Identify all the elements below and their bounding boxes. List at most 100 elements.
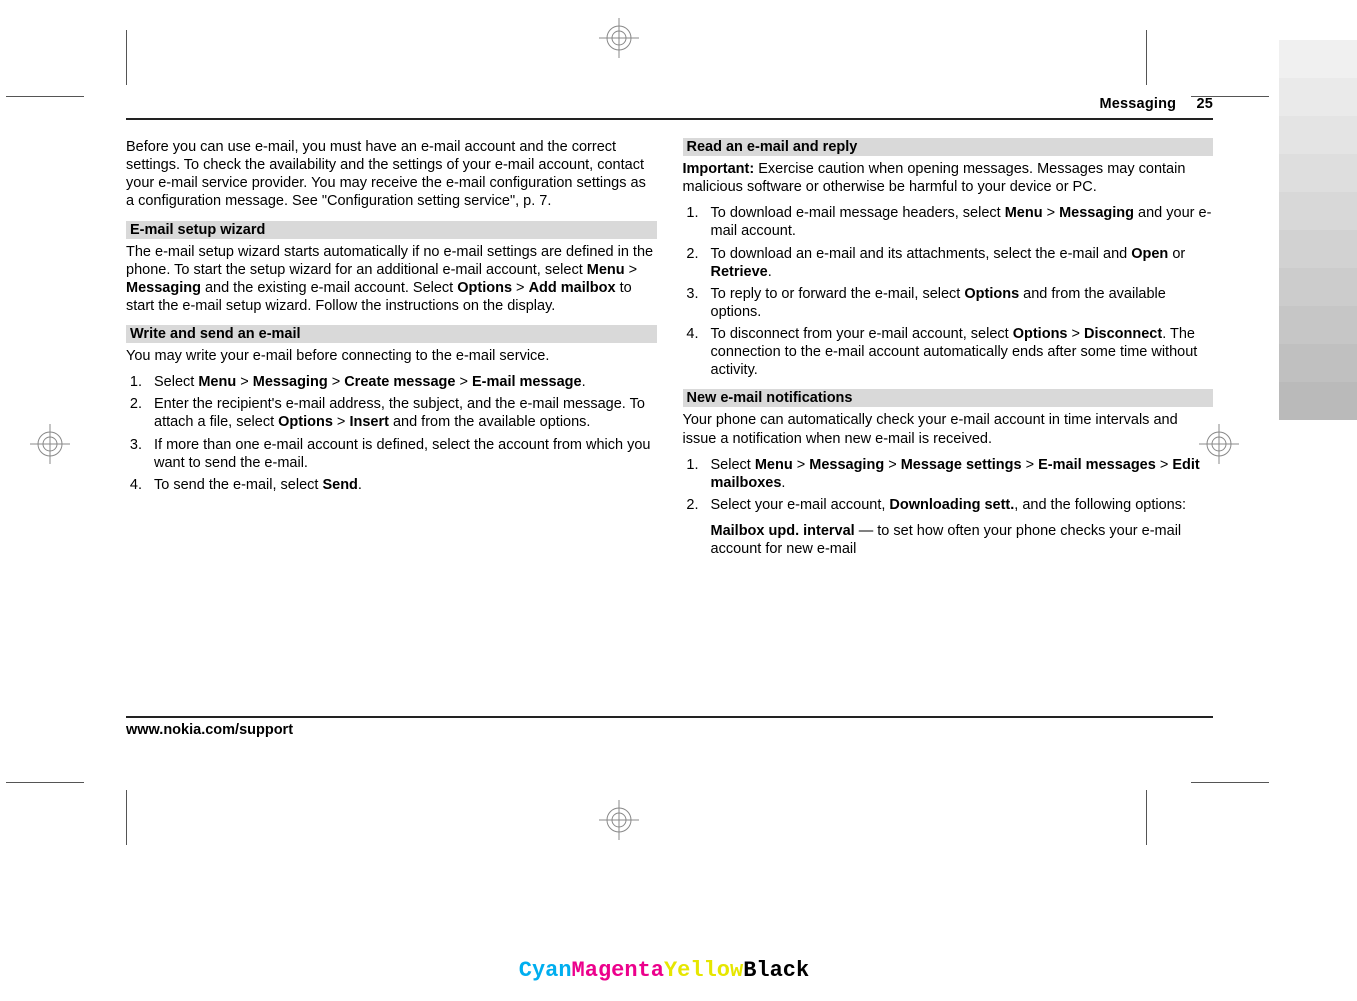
list-item: To send the e-mail, select Send. bbox=[146, 476, 657, 494]
bold: Menu bbox=[1005, 205, 1043, 221]
bold: Insert bbox=[349, 414, 389, 430]
text: . bbox=[768, 264, 772, 280]
cyan-label: Cyan bbox=[519, 958, 572, 983]
bold: E-mail messages bbox=[1038, 457, 1156, 473]
bold: Add mailbox bbox=[529, 280, 616, 296]
text: Exercise caution when opening messages. … bbox=[683, 161, 1186, 195]
tab bbox=[1279, 306, 1357, 344]
page-content: Messaging 25 Before you can use e-mail, … bbox=[126, 96, 1213, 783]
text: To disconnect from your e-mail account, … bbox=[711, 326, 1013, 342]
bold: Options bbox=[964, 286, 1019, 302]
crop-mark bbox=[6, 96, 84, 97]
tab bbox=[1279, 344, 1357, 382]
text: or bbox=[1168, 246, 1185, 262]
black-label: Black bbox=[743, 958, 809, 983]
list-item: Enter the recipient's e-mail address, th… bbox=[146, 395, 657, 431]
tab bbox=[1279, 154, 1357, 192]
tab bbox=[1279, 382, 1357, 420]
text: > bbox=[512, 280, 529, 296]
footer-text: www.nokia.com/support bbox=[126, 722, 293, 738]
bold: Options bbox=[457, 280, 512, 296]
paragraph: You may write your e-mail before connect… bbox=[126, 347, 657, 365]
option-item: Mailbox upd. interval — to set how often… bbox=[711, 522, 1214, 558]
text: > bbox=[1043, 205, 1060, 221]
crop-mark bbox=[1146, 790, 1147, 845]
section-heading: Read an e-mail and reply bbox=[683, 138, 1214, 156]
list-item: Select Menu > Messaging > Message settin… bbox=[703, 456, 1214, 492]
text: Select bbox=[711, 457, 755, 473]
option-list: Mailbox upd. interval — to set how often… bbox=[683, 522, 1214, 558]
bold: Menu bbox=[755, 457, 793, 473]
text: and the existing e-mail account. Select bbox=[201, 280, 457, 296]
text: To download e-mail message headers, sele… bbox=[711, 205, 1005, 221]
list-item: Select your e-mail account, Downloading … bbox=[703, 496, 1214, 514]
tab bbox=[1279, 40, 1357, 78]
tab bbox=[1279, 192, 1357, 230]
bold: Messaging bbox=[809, 457, 884, 473]
bold: Message settings bbox=[901, 457, 1022, 473]
list-item: To reply to or forward the e-mail, selec… bbox=[703, 285, 1214, 321]
column-left: Before you can use e-mail, you must have… bbox=[126, 138, 657, 558]
crop-mark bbox=[6, 782, 84, 783]
bold: Options bbox=[278, 414, 333, 430]
bold: Important: bbox=[683, 161, 755, 177]
paragraph: Important: Exercise caution when opening… bbox=[683, 160, 1214, 196]
crop-mark bbox=[1146, 30, 1147, 85]
text: > bbox=[1068, 326, 1085, 342]
text: > bbox=[236, 374, 253, 390]
list-item: To download an e-mail and its attachment… bbox=[703, 245, 1214, 281]
bold: Open bbox=[1131, 246, 1168, 262]
registration-mark-icon bbox=[599, 800, 639, 844]
section-heading: New e-mail notifications bbox=[683, 389, 1214, 407]
text: Select bbox=[154, 374, 198, 390]
list-item: To download e-mail message headers, sele… bbox=[703, 204, 1214, 240]
text: > bbox=[793, 457, 810, 473]
text: > bbox=[333, 414, 350, 430]
ordered-list: To download e-mail message headers, sele… bbox=[683, 204, 1214, 379]
bold: Retrieve bbox=[711, 264, 768, 280]
list-item: Select Menu > Messaging > Create message… bbox=[146, 373, 657, 391]
bold: Mailbox upd. interval bbox=[711, 523, 855, 539]
list-item: To disconnect from your e-mail account, … bbox=[703, 325, 1214, 379]
text: > bbox=[328, 374, 345, 390]
text: To download an e-mail and its attachment… bbox=[711, 246, 1132, 262]
page-number: 25 bbox=[1196, 96, 1213, 112]
magenta-label: Magenta bbox=[572, 958, 664, 983]
text: > bbox=[1022, 457, 1039, 473]
tab bbox=[1279, 78, 1357, 116]
bold: Messaging bbox=[1059, 205, 1134, 221]
bold: Disconnect bbox=[1084, 326, 1162, 342]
section-name: Messaging bbox=[1099, 96, 1176, 112]
text: Select your e-mail account, bbox=[711, 497, 890, 513]
text: To send the e-mail, select bbox=[154, 477, 322, 493]
yellow-label: Yellow bbox=[664, 958, 743, 983]
ordered-list: Select Menu > Messaging > Create message… bbox=[126, 373, 657, 494]
list-item: If more than one e-mail account is defin… bbox=[146, 436, 657, 472]
header-rule bbox=[126, 118, 1213, 120]
text: . bbox=[781, 475, 785, 491]
bold: E-mail message bbox=[472, 374, 582, 390]
text: > bbox=[455, 374, 472, 390]
bold: Options bbox=[1013, 326, 1068, 342]
tab bbox=[1279, 268, 1357, 306]
text: . bbox=[582, 374, 586, 390]
tab bbox=[1279, 116, 1357, 154]
intro-paragraph: Before you can use e-mail, you must have… bbox=[126, 138, 657, 211]
text: The e-mail setup wizard starts automatic… bbox=[126, 244, 653, 278]
paragraph: The e-mail setup wizard starts automatic… bbox=[126, 243, 657, 316]
bold: Create message bbox=[344, 374, 455, 390]
text: To reply to or forward the e-mail, selec… bbox=[711, 286, 965, 302]
crop-mark bbox=[126, 30, 127, 85]
crop-mark bbox=[126, 790, 127, 845]
bold: Messaging bbox=[126, 280, 201, 296]
bold: Menu bbox=[198, 374, 236, 390]
side-tabs bbox=[1279, 40, 1357, 420]
bold: Downloading sett. bbox=[889, 497, 1014, 513]
running-head: Messaging 25 bbox=[126, 96, 1213, 112]
tab bbox=[1279, 230, 1357, 268]
text: > bbox=[625, 262, 638, 278]
text: > bbox=[884, 457, 901, 473]
registration-mark-icon bbox=[599, 18, 639, 62]
text: and from the available options. bbox=[389, 414, 591, 430]
text: , and the following options: bbox=[1014, 497, 1186, 513]
